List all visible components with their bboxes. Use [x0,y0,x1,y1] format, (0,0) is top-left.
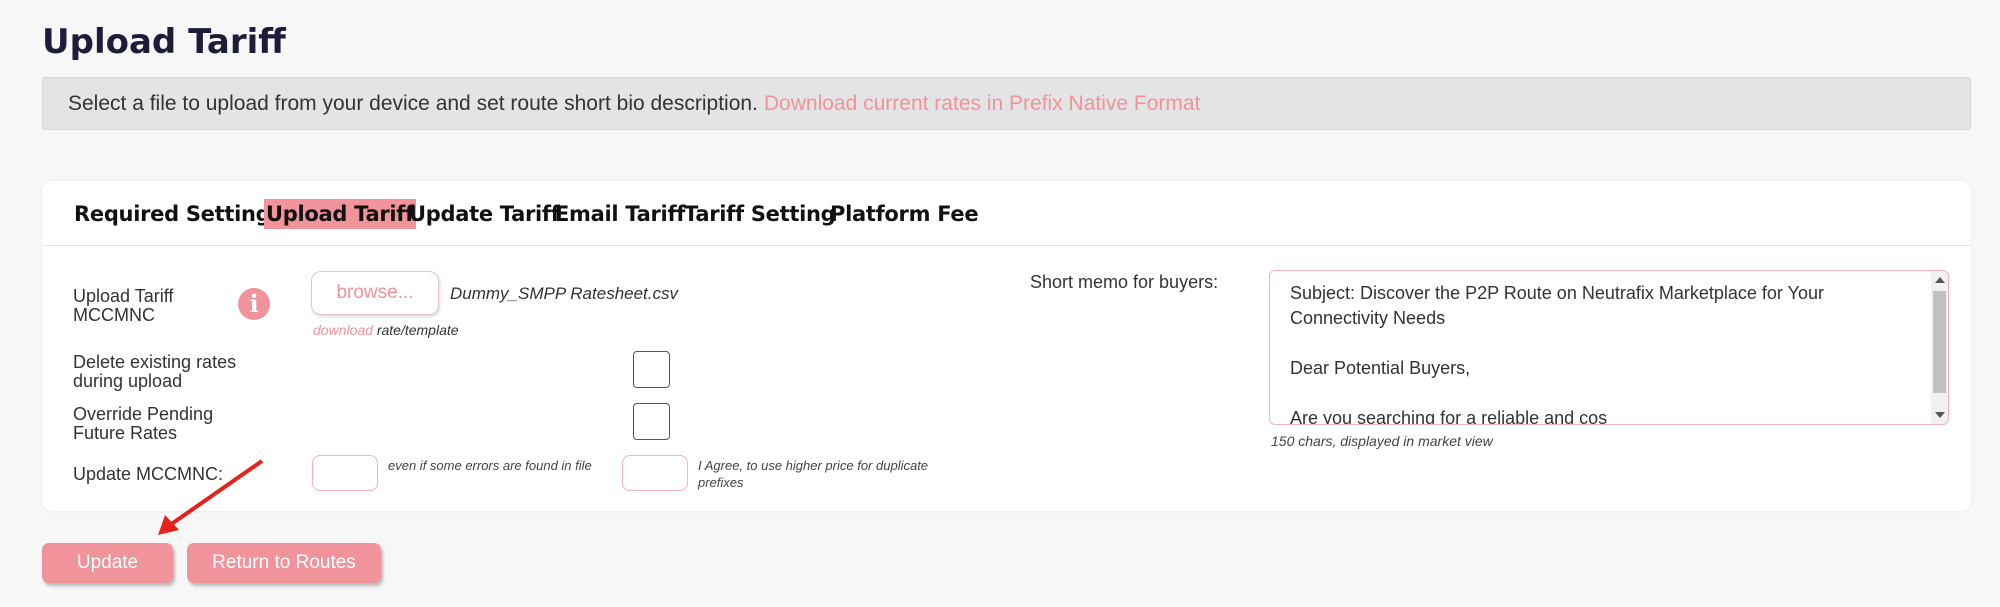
annotation-arrow-icon [158,459,264,535]
